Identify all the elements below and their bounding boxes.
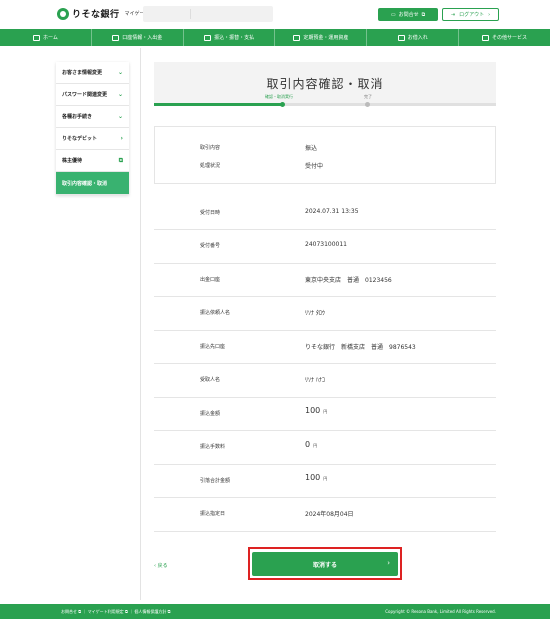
logo[interactable]: りそな銀行 マイゲート [57,7,150,20]
detail-key: 振込手数料 [200,444,226,450]
services-icon [482,34,490,41]
nav-home[interactable]: ホーム [0,29,92,46]
page-title-box: 取引内容確認・取消 [154,62,496,106]
detail-value: 東京中央支店 普通 0123456 [305,277,392,284]
contact-button[interactable]: ▭ お問合せ ⧉ [378,8,438,21]
detail-value-amount: 100 円 [305,406,328,415]
external-link-icon: ⧉ [118,156,123,164]
row-divider [154,430,496,431]
sidebar: お客さま情報変更 ⌄ パスワード関連変更 ⌄ 各種お手続き ⌄ りそなデビット … [56,62,129,195]
row-divider [154,363,496,364]
cancel-button[interactable]: 取消する › [252,552,398,576]
chevron-down-icon: ⌄ [117,113,123,120]
footer: お問合せ ⧉ ｜ マイゲート利用規定 ⧉ ｜ 個人情報保護方針 ⧉ Copyri… [0,604,550,619]
detail-key: 出金口座 [200,277,221,283]
detail-value: ﾘｿﾅ ﾊﾅｺ [305,377,325,384]
detail-key: 受付番号 [200,243,221,249]
sidebar-item-procedures[interactable]: 各種お手続き ⌄ [56,106,129,128]
page-title: 取引内容確認・取消 [266,77,384,91]
detail-value-amount: 100 円 [305,473,328,482]
logout-button[interactable]: ⇥ ログアウト › [442,8,499,21]
summary-card [154,126,496,184]
sidebar-item-shareholder[interactable]: 株主優待 ⧉ [56,150,129,172]
resona-logo-icon [57,7,69,20]
logout-icon: ⇥ [450,11,456,18]
nav-loan[interactable]: お借入れ [367,29,460,46]
external-link-icon: ⧉ [421,11,426,18]
chevron-down-icon: ⌄ [117,91,123,98]
chevron-right-icon: › [488,11,491,18]
progress-fill [154,103,282,106]
step-label-confirm: 確認・取消実行 [265,94,293,99]
row-divider [154,497,496,498]
nav-deposit[interactable]: 定期預金・運用資産 [275,29,368,46]
loan-icon [397,34,405,41]
sidebar-item-debit[interactable]: りそなデビット › [56,128,129,150]
detail-key: 受取人名 [200,377,221,383]
detail-value: 2024.07.31 13:35 [305,208,359,215]
copyright: Copyright © Resona Bank, Limited All Rig… [385,609,496,614]
row-divider [154,229,496,230]
detail-value: ﾘｿﾅ ﾀﾛｳ [305,310,325,317]
detail-key: 振込指定日 [200,511,226,517]
summary-value: 振込 [305,145,318,152]
summary-key: 処理状況 [200,163,221,169]
row-divider [154,464,496,465]
deposit-icon [293,34,301,41]
row-divider [154,296,496,297]
search-field[interactable] [143,6,273,22]
detail-key: 受付日時 [200,210,221,216]
chevron-right-icon: › [387,559,390,567]
account-icon [112,34,120,41]
logo-text: りそな銀行 [72,10,120,20]
detail-value-amount: 0円 [305,440,318,449]
chevron-right-icon: › [120,135,123,142]
nav-transfer[interactable]: 振込・振替・支払 [184,29,276,46]
transfer-icon [204,34,212,41]
detail-key: 振込金額 [200,411,221,417]
sidebar-item-customer-info[interactable]: お客さま情報変更 ⌄ [56,62,129,84]
detail-value: 24073100011 [305,241,347,248]
step-dot-next [365,102,370,107]
row-divider [154,531,496,532]
row-divider [154,330,496,331]
summary-value: 受付中 [305,163,324,170]
footer-links[interactable]: お問合せ ⧉ ｜ マイゲート利用規定 ⧉ ｜ 個人情報保護方針 ⧉ [61,609,170,615]
detail-value: りそな銀行 新橋支店 普通 9876543 [305,344,416,351]
sidebar-item-password[interactable]: パスワード関連変更 ⌄ [56,84,129,106]
row-divider [154,397,496,398]
chevron-down-icon: ⌄ [117,69,123,76]
step-dot-current [280,102,285,107]
row-divider [154,263,496,264]
global-nav: ホーム 口座情報・入出金 振込・振替・支払 定期預金・運用資産 お借入れ その他… [0,29,550,46]
progress-track [154,103,496,106]
detail-key: 振込先口座 [200,344,226,350]
home-icon [32,34,40,41]
chat-icon: ▭ [390,11,396,18]
step-label-complete: 完了 [364,94,372,99]
nav-accounts[interactable]: 口座情報・入出金 [92,29,184,46]
back-link[interactable]: ‹ 戻る [154,562,168,569]
header: りそな銀行 マイゲート ▭ お問合せ ⧉ ⇥ ログアウト › [0,0,550,29]
nav-other-services[interactable]: その他サービス [459,29,550,46]
summary-key: 取引内容 [200,145,221,151]
detail-key: 引落合計金額 [200,478,231,484]
divider [140,48,141,600]
detail-value: 2024年08月04日 [305,511,354,518]
detail-key: 振込依頼人名 [200,310,231,316]
sidebar-item-transaction-cancel[interactable]: 取引内容確認・取消 [56,172,129,195]
